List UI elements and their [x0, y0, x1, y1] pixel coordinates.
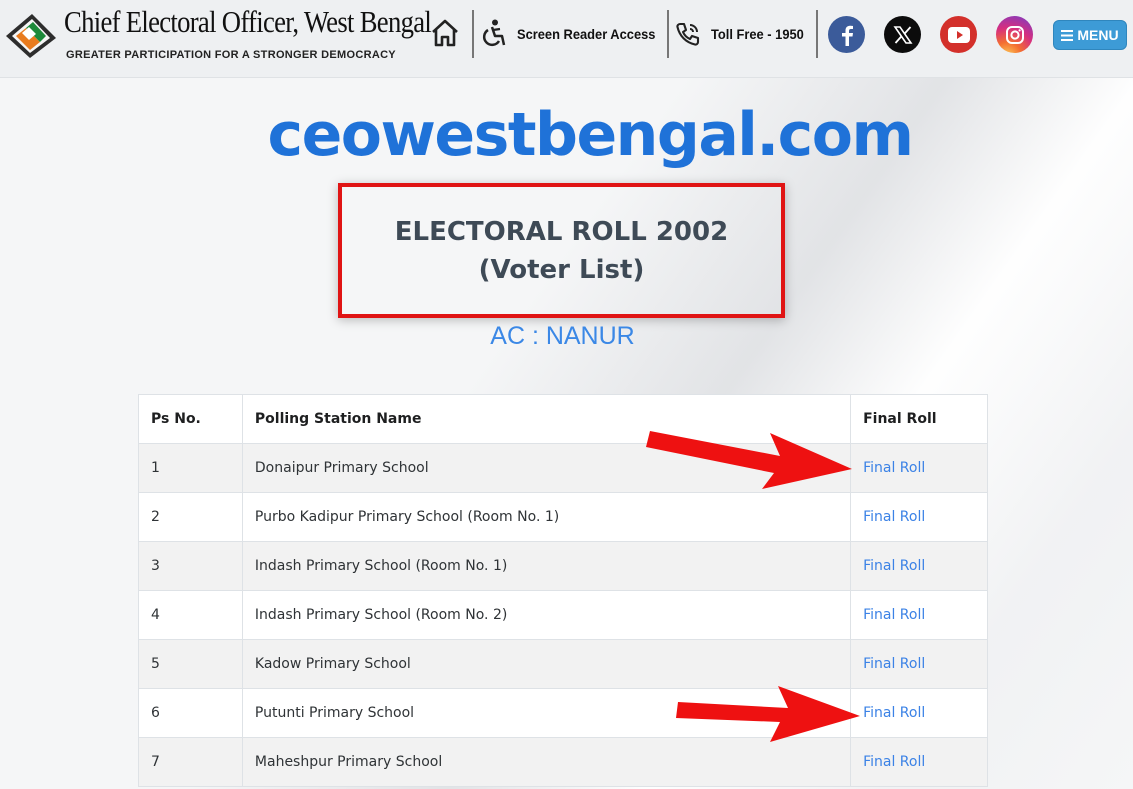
station-name: Indash Primary School (Room No. 2)	[241, 590, 852, 640]
ps-number: 7	[138, 737, 243, 787]
table-row: 2 Purbo Kadipur Primary School (Room No.…	[138, 492, 988, 542]
menu-label: MENU	[1077, 27, 1119, 43]
facebook-icon[interactable]	[828, 16, 865, 53]
x-icon[interactable]	[884, 16, 921, 53]
page-subtitle: (Voter List)	[478, 254, 645, 285]
final-roll-cell: Final Roll	[850, 639, 988, 689]
site-watermark: ceowestbengal.com	[267, 100, 914, 170]
final-roll-cell: Final Roll	[850, 541, 988, 591]
final-roll-link[interactable]: Final Roll	[863, 656, 925, 672]
instagram-icon[interactable]	[996, 16, 1033, 53]
red-arrow-icon	[646, 431, 852, 489]
column-header-ps-no: Ps No.	[138, 394, 243, 444]
page-title-box: ELECTORAL ROLL 2002 (Voter List)	[338, 183, 785, 318]
toll-free-number[interactable]: Toll Free - 1950	[711, 26, 804, 42]
home-icon[interactable]	[430, 18, 460, 48]
red-arrow-icon	[676, 686, 860, 742]
table-row: 4 Indash Primary School (Room No. 2) Fin…	[138, 590, 988, 640]
youtube-icon[interactable]	[940, 16, 977, 53]
header-divider	[667, 10, 669, 58]
ps-number: 5	[138, 639, 243, 689]
final-roll-link[interactable]: Final Roll	[863, 509, 925, 525]
phone-icon	[676, 22, 700, 46]
final-roll-link[interactable]: Final Roll	[863, 705, 925, 721]
eci-logo-icon	[6, 14, 56, 58]
table-row: 3 Indash Primary School (Room No. 1) Fin…	[138, 541, 988, 591]
final-roll-cell: Final Roll	[850, 737, 988, 787]
ps-number: 2	[138, 492, 243, 542]
final-roll-cell: Final Roll	[850, 688, 988, 738]
final-roll-link[interactable]: Final Roll	[863, 754, 925, 770]
ps-number: 6	[138, 688, 243, 738]
header-divider	[472, 10, 474, 58]
ps-number: 1	[138, 443, 243, 493]
table-row: 1 Donaipur Primary School Final Roll	[138, 443, 988, 493]
table-header-row: Ps No. Polling Station Name Final Roll	[138, 394, 988, 444]
accessibility-icon[interactable]	[480, 19, 506, 47]
page-title: ELECTORAL ROLL 2002	[394, 216, 729, 247]
final-roll-cell: Final Roll	[850, 590, 988, 640]
site-title[interactable]: Chief Electoral Officer, West Bengal	[64, 4, 432, 40]
ps-number: 4	[138, 590, 243, 640]
menu-button[interactable]: MENU	[1053, 20, 1127, 50]
header-divider	[816, 10, 818, 58]
final-roll-cell: Final Roll	[850, 443, 988, 493]
final-roll-link[interactable]: Final Roll	[863, 460, 925, 476]
station-name: Indash Primary School (Room No. 1)	[241, 541, 852, 591]
final-roll-link[interactable]: Final Roll	[863, 607, 925, 623]
final-roll-link[interactable]: Final Roll	[863, 558, 925, 574]
final-roll-cell: Final Roll	[850, 492, 988, 542]
site-tagline: GREATER PARTICIPATION FOR A STRONGER DEM…	[66, 49, 396, 61]
ps-number: 3	[138, 541, 243, 591]
assembly-constituency-label: AC : NANUR	[490, 322, 635, 350]
screen-reader-access-link[interactable]: Screen Reader Access	[517, 26, 655, 42]
site-header: Chief Electoral Officer, West Bengal GRE…	[0, 0, 1133, 78]
hamburger-icon	[1061, 29, 1074, 41]
column-header-final-roll: Final Roll	[850, 394, 988, 444]
